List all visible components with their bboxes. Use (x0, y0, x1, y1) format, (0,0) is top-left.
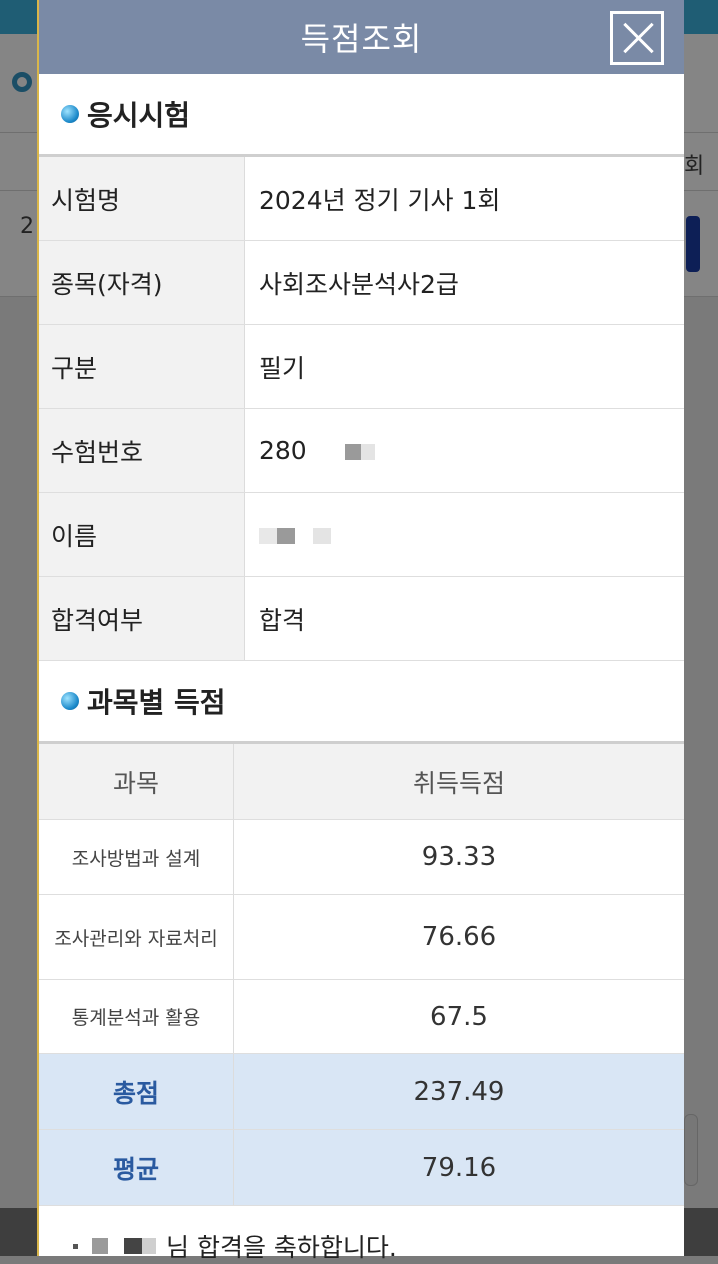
row-label: 구분 (39, 324, 245, 409)
close-icon[interactable] (610, 11, 664, 65)
average-row: 평균 79.16 (39, 1129, 684, 1206)
total-row: 총점 237.49 (39, 1053, 684, 1130)
row-label: 시험명 (39, 155, 245, 241)
subject-score: 76.66 (233, 894, 684, 980)
table-row: 구분 필기 (39, 324, 684, 409)
bullet-icon (61, 105, 79, 123)
congratulations-message: 님 합격을 축하합니다. (39, 1228, 684, 1264)
redacted-mask (92, 1238, 108, 1254)
exam-name-value: 2024년 정기 기사 1회 (244, 155, 684, 241)
exam-number-cell: 280 (244, 408, 684, 493)
redacted-mask (313, 528, 331, 544)
dot-icon (73, 1243, 78, 1249)
row-label: 이름 (39, 492, 245, 577)
table-row: 이름 (39, 492, 684, 577)
subject-name: 조사방법과 설계 (39, 819, 234, 895)
redacted-mask (124, 1238, 142, 1254)
subject-name: 조사관리와 자료처리 (39, 894, 234, 980)
redacted-mask (277, 528, 295, 544)
table-header-row: 과목 취득득점 (39, 742, 684, 820)
table-row: 종목(자격) 사회조사분석사2급 (39, 240, 684, 325)
row-label: 수험번호 (39, 408, 245, 493)
table-row: 조사관리와 자료처리 76.66 (39, 894, 684, 980)
score-table: 과목 취득득점 조사방법과 설계 93.33 조사관리와 자료처리 76.66 … (39, 741, 684, 1206)
bullet-icon (61, 692, 79, 710)
total-score: 237.49 (233, 1053, 684, 1130)
score-lookup-modal: 득점조회 응시시험 시험명 2024년 정기 기사 1회 종목(자격) 사회조사… (37, 0, 684, 1262)
redacted-mask (259, 528, 277, 544)
subject-score: 67.5 (233, 979, 684, 1054)
exam-info-table: 시험명 2024년 정기 기사 1회 종목(자격) 사회조사분석사2급 구분 필… (39, 154, 684, 661)
background-radio-icon (12, 72, 32, 92)
redacted-mask (344, 444, 361, 460)
name-cell (244, 492, 684, 577)
background-button (684, 1114, 698, 1186)
subject-name: 통계분석과 활용 (39, 979, 234, 1054)
exam-section-heading: 응시시험 (39, 74, 684, 154)
table-row: 합격여부 합격 (39, 576, 684, 661)
row-label: 종목(자격) (39, 240, 245, 325)
background-text: 회 (684, 154, 705, 179)
table-row: 통계분석과 활용 67.5 (39, 979, 684, 1054)
score-section-title: 과목별 득점 (87, 686, 226, 719)
exam-section-title: 응시시험 (87, 99, 191, 132)
redacted-mask (360, 444, 375, 460)
modal-header: 득점조회 (39, 0, 684, 74)
table-row: 조사방법과 설계 93.33 (39, 819, 684, 895)
exam-number-value: 280 (259, 436, 307, 465)
subject-header: 과목 (39, 742, 234, 820)
category-value: 필기 (244, 324, 684, 409)
average-score: 79.16 (233, 1129, 684, 1206)
background-text: 2 (20, 214, 34, 239)
subject-score: 93.33 (233, 819, 684, 895)
score-section-heading: 과목별 득점 (39, 661, 684, 741)
row-label: 합격여부 (39, 576, 245, 661)
score-header: 취득득점 (233, 742, 684, 820)
qualification-value: 사회조사분석사2급 (244, 240, 684, 325)
pass-status-value: 합격 (244, 576, 684, 661)
average-label: 평균 (39, 1129, 234, 1206)
table-row: 시험명 2024년 정기 기사 1회 (39, 155, 684, 241)
table-row: 수험번호 280 (39, 408, 684, 493)
modal-title: 득점조회 (300, 20, 423, 58)
total-label: 총점 (39, 1053, 234, 1130)
redacted-mask (295, 528, 313, 544)
congratulations-text: 님 합격을 축하합니다. (166, 1233, 397, 1262)
redacted-mask (142, 1238, 156, 1254)
background-button (686, 216, 700, 272)
